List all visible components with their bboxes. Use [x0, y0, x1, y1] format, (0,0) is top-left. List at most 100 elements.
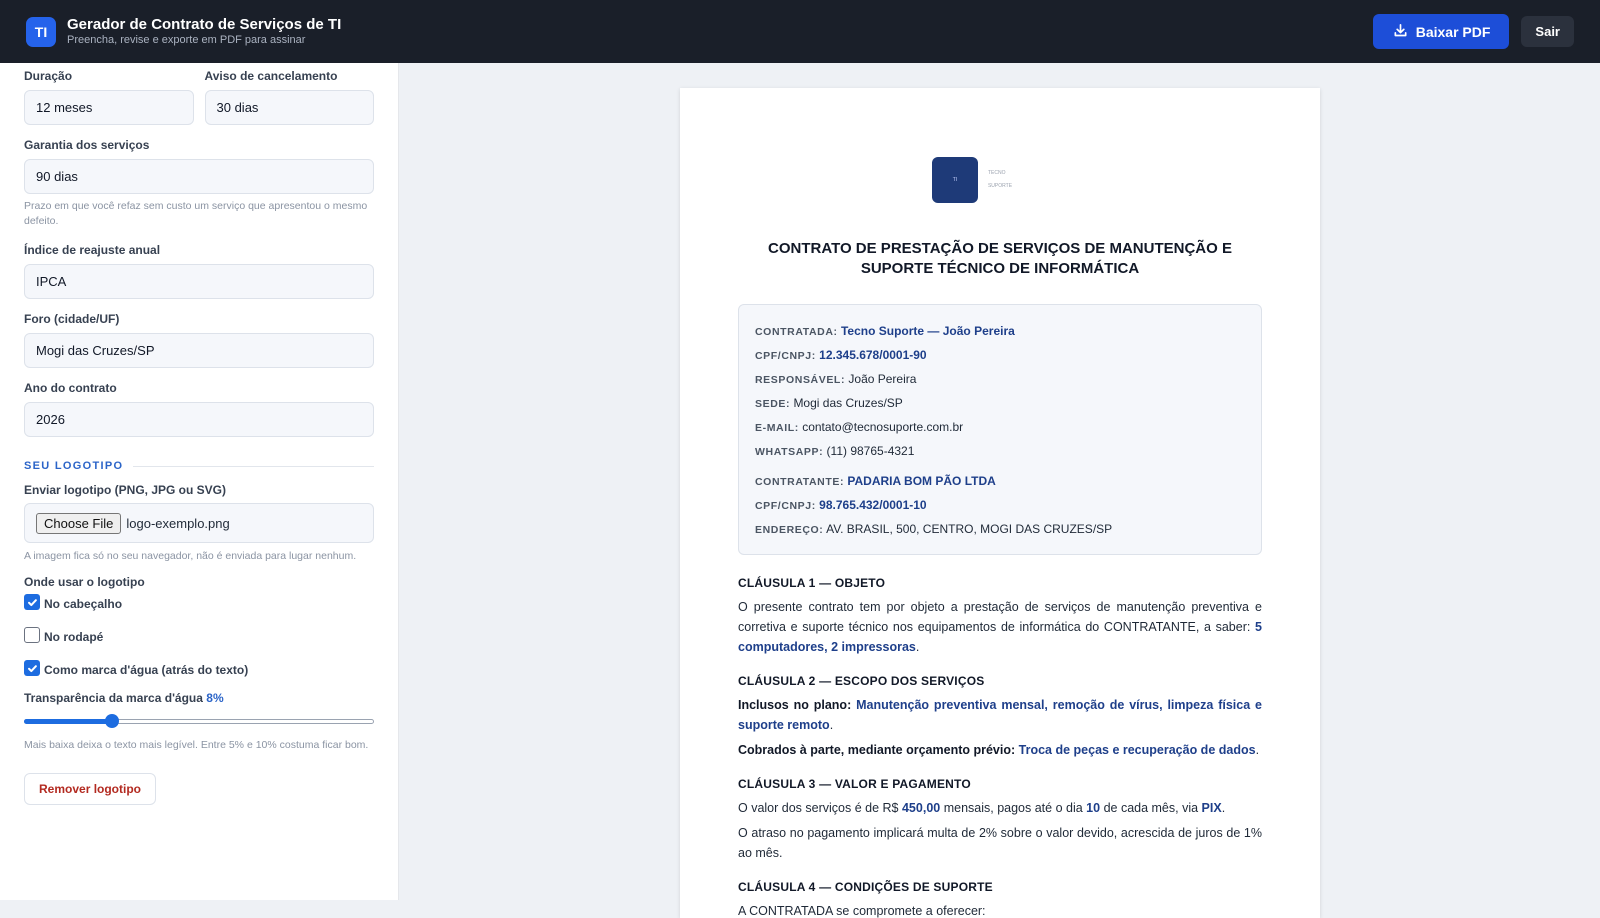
transparency-label-text: Transparência da marca d'água	[24, 691, 203, 705]
field-value: João Pereira	[848, 372, 917, 386]
doc-logo-text: TECNO SUPORTE	[988, 167, 1012, 193]
clause-2-included: Inclusos no plano: Manutenção preventiva…	[738, 695, 1262, 735]
forum-input[interactable]: Mogi das Cruzes/SP	[24, 333, 374, 368]
contratante-name: CONTRATANTE: PADARIA BOM PÃO LTDA	[755, 470, 1245, 494]
clause-3-late: O atraso no pagamento implicará multa de…	[738, 826, 1262, 860]
transparency-hint: Mais baixa deixa o texto mais legível. E…	[24, 739, 369, 751]
clause-3-payment: O valor dos serviços é de R$ 450,00 mens…	[738, 798, 1262, 818]
field-key: ENDEREÇO:	[755, 524, 824, 536]
field-value: PADARIA BOM PÃO LTDA	[847, 474, 996, 488]
download-icon	[1393, 23, 1408, 41]
contratada-whatsapp: WHATSAPP: (11) 98765-4321	[755, 440, 1245, 464]
field-key: CPF/CNPJ:	[755, 350, 816, 362]
duration-input[interactable]: 12 meses	[24, 90, 194, 125]
contratada-name: CONTRATADA: Tecno Suporte — João Pereira	[755, 320, 1245, 344]
notice-input[interactable]: 30 dias	[204, 90, 374, 125]
logout-button[interactable]: Sair	[1521, 16, 1574, 47]
app-logo: TI	[26, 16, 56, 47]
contract-title: CONTRATO DE PRESTAÇÃO DE SERVIÇOS DE MAN…	[768, 240, 1232, 277]
punctuation: .	[829, 718, 834, 732]
slider-thumb[interactable]	[105, 714, 119, 728]
forum-label: Foro (cidade/UF)	[24, 312, 120, 326]
clause-text: O presente contrato tem por objeto a pre…	[738, 600, 1262, 634]
contratada-cnpj: CPF/CNPJ: 12.345.678/0001-90	[755, 344, 1245, 368]
field-key: SEDE:	[755, 398, 791, 410]
punctuation: .	[1255, 743, 1260, 757]
clause-4-text: A CONTRATADA se compromete a oferecer:	[738, 904, 986, 918]
extra-label: Cobrados à parte, mediante orçamento pré…	[738, 743, 1016, 757]
punctuation: .	[1221, 801, 1226, 815]
form-sidebar[interactable]: Duração 12 meses Aviso de cancelamento 3…	[0, 63, 399, 900]
field-key: E-MAIL:	[755, 422, 799, 434]
due-day-value: 10	[1086, 801, 1101, 815]
clause-1-text: O presente contrato tem por objeto a pre…	[738, 597, 1262, 657]
logo-placement-label: Onde usar o logotipo	[24, 575, 145, 589]
year-label: Ano do contrato	[24, 381, 117, 395]
top-bar: TI Gerador de Contrato de Serviços de TI…	[0, 0, 1600, 63]
checkbox-checked-icon[interactable]	[24, 594, 40, 610]
field-key: CONTRATADA:	[755, 326, 838, 338]
field-value: AV. BRASIL, 500, CENTRO, MOGI DAS CRUZES…	[826, 522, 1113, 536]
top-actions: Baixar PDF Sair	[1372, 14, 1574, 49]
contract-preview: TI TECNO SUPORTE CONTRATO DE PRESTAÇÃO D…	[680, 88, 1320, 918]
section-divider	[133, 465, 374, 467]
transparency-label: Transparência da marca d'água 8%	[24, 691, 374, 705]
option-header-label: No cabeçalho	[44, 597, 123, 611]
field-key: CPF/CNPJ:	[755, 500, 816, 512]
choose-file-button[interactable]: Choose File	[36, 512, 122, 534]
contratada-email: E-MAIL: contato@tecnosuporte.com.br	[755, 416, 1245, 440]
duration-notice-row: Duração 12 meses Aviso de cancelamento 3…	[24, 69, 374, 125]
clause-3-title: CLÁUSULA 3 — VALOR E PAGAMENTO	[738, 777, 971, 791]
option-watermark[interactable]: Como marca d'água (atrás do texto)	[24, 659, 374, 677]
transparency-slider[interactable]	[24, 713, 374, 729]
remove-logo-button[interactable]: Remover logotipo	[24, 773, 157, 805]
duration-label: Duração	[24, 69, 73, 83]
field-value: Mogi das Cruzes/SP	[793, 396, 903, 410]
contratante-address: ENDEREÇO: AV. BRASIL, 500, CENTRO, MOGI …	[755, 518, 1245, 542]
checkbox-unchecked-icon[interactable]	[24, 627, 40, 643]
parties-box: CONTRATADA: Tecno Suporte — João Pereira…	[738, 304, 1262, 555]
option-footer[interactable]: No rodapé	[24, 626, 374, 644]
file-name: logo-exemplo.png	[126, 515, 230, 531]
field-value: 98.765.432/0001-10	[819, 498, 927, 512]
field-key: CONTRATANTE:	[755, 476, 845, 488]
clause-text: O valor dos serviços é de R$	[738, 801, 899, 815]
extra-value: Troca de peças e recuperação de dados	[1018, 743, 1256, 757]
download-pdf-label: Baixar PDF	[1415, 23, 1491, 40]
punctuation: .	[915, 640, 920, 654]
download-pdf-button[interactable]: Baixar PDF	[1372, 14, 1510, 49]
index-label: Índice de reajuste anual	[24, 243, 161, 257]
option-header[interactable]: No cabeçalho	[24, 593, 374, 611]
option-watermark-label: Como marca d'água (atrás do texto)	[44, 663, 249, 677]
brand: Gerador de Contrato de Serviços de TI Pr…	[67, 16, 341, 47]
field-value: 12.345.678/0001-90	[819, 348, 927, 362]
contratante-cnpj: CPF/CNPJ: 98.765.432/0001-10	[755, 494, 1245, 518]
checkbox-checked-icon[interactable]	[24, 660, 40, 676]
logo-section-title: SEU LOGOTIPO	[24, 460, 374, 472]
app-subtitle: Preencha, revise e exporte em PDF para a…	[67, 34, 306, 46]
clause-2-title: CLÁUSULA 2 — ESCOPO DOS SERVIÇOS	[738, 674, 985, 688]
notice-label: Aviso de cancelamento	[204, 69, 338, 83]
field-key: RESPONSÁVEL:	[755, 374, 846, 386]
payment-method-value: PIX	[1201, 801, 1222, 815]
warranty-label: Garantia dos serviços	[24, 138, 150, 152]
included-label: Inclusos no plano:	[738, 698, 852, 712]
transparency-value: 8%	[206, 691, 224, 705]
warranty-input[interactable]: 90 dias	[24, 159, 374, 194]
field-key: WHATSAPP:	[755, 446, 824, 458]
upload-hint: A imagem fica só no seu navegador, não é…	[24, 550, 357, 562]
doc-logo-line2: SUPORTE	[987, 183, 1013, 189]
warranty-hint: Prazo em que você refaz sem custo um ser…	[24, 200, 368, 227]
clause-2-extra: Cobrados à parte, mediante orçamento pré…	[738, 740, 1262, 760]
contratada-seat: SEDE: Mogi das Cruzes/SP	[755, 392, 1245, 416]
year-input[interactable]: 2026	[24, 402, 374, 437]
logo-section-title-text: SEU LOGOTIPO	[24, 460, 124, 472]
index-input[interactable]: IPCA	[24, 264, 374, 299]
field-value: contato@tecnosuporte.com.br	[802, 420, 964, 434]
option-footer-label: No rodapé	[44, 630, 104, 644]
file-upload-field[interactable]: Choose File logo-exemplo.png	[24, 503, 374, 543]
upload-label: Enviar logotipo (PNG, JPG ou SVG)	[24, 483, 227, 497]
doc-logo-mark: TI	[931, 157, 978, 203]
app-title: Gerador de Contrato de Serviços de TI	[67, 16, 342, 33]
clause-1-title: CLÁUSULA 1 — OBJETO	[738, 576, 886, 590]
